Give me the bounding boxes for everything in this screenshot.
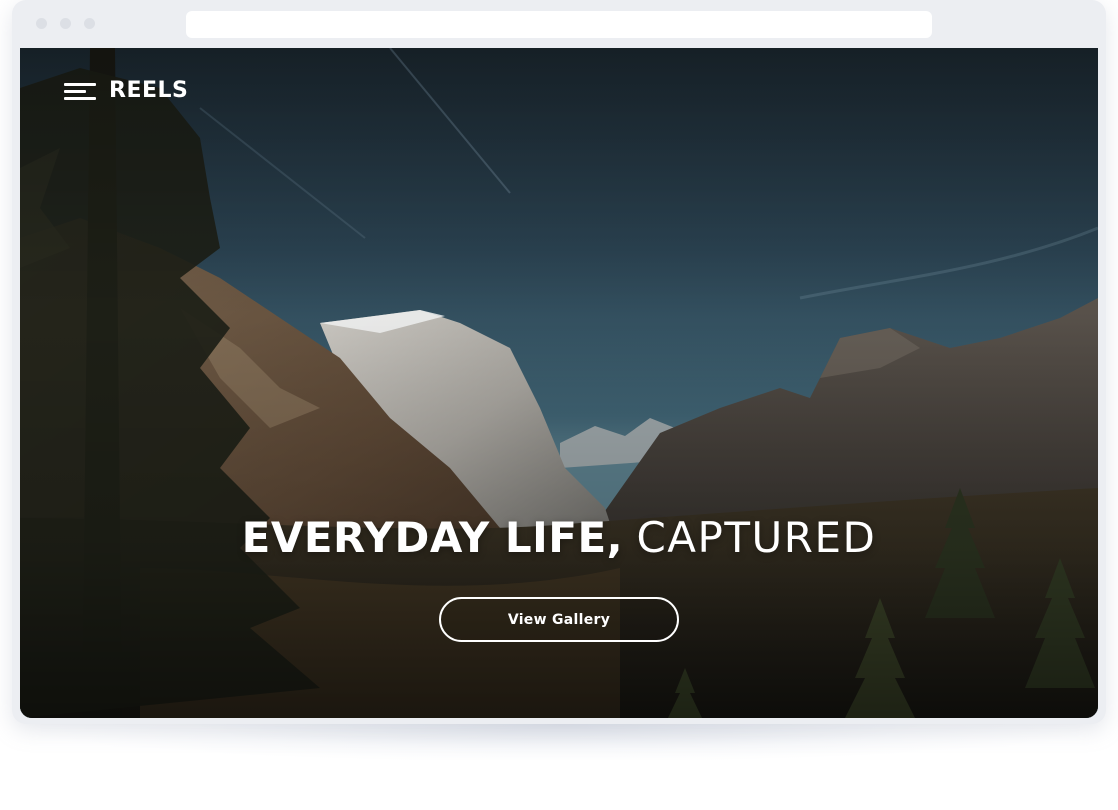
- brand-logo[interactable]: REELS: [109, 76, 188, 106]
- hero-title: EVERYDAY LIFE, CAPTURED: [20, 512, 1098, 564]
- view-gallery-button[interactable]: View Gallery: [439, 597, 679, 642]
- window-close-dot[interactable]: [36, 18, 47, 29]
- hamburger-menu-icon[interactable]: [64, 80, 96, 102]
- window-maximize-dot[interactable]: [84, 18, 95, 29]
- hero-title-light: CAPTURED: [636, 513, 877, 562]
- page-viewport: REELS EVERYDAY LIFE, CAPTURED View Galle…: [20, 48, 1098, 718]
- browser-window: REELS EVERYDAY LIFE, CAPTURED View Galle…: [12, 0, 1106, 724]
- top-navigation: REELS: [64, 76, 188, 106]
- window-minimize-dot[interactable]: [60, 18, 71, 29]
- address-bar[interactable]: [186, 11, 932, 38]
- hero-title-bold: EVERYDAY LIFE,: [241, 513, 624, 562]
- browser-titlebar: [12, 0, 1106, 48]
